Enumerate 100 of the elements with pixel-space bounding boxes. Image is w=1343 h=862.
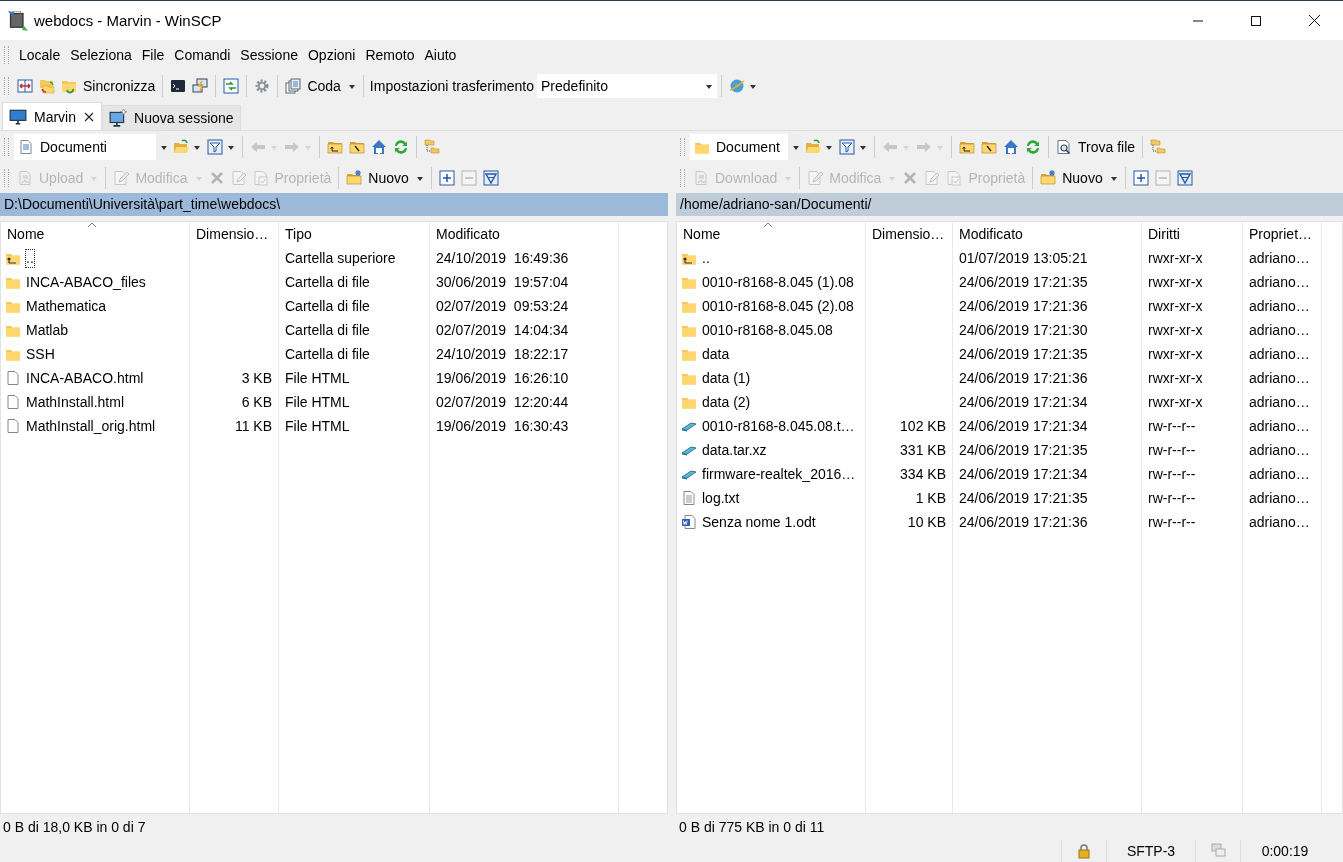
file-name[interactable]: data (1) <box>701 368 752 388</box>
column-header[interactable]: Dimensio… <box>866 222 952 246</box>
table-cell-text: rw-r--r-- <box>1147 417 1197 436</box>
protocol-status: SFTP-3 <box>1106 840 1195 862</box>
open-folder-icon <box>805 138 821 155</box>
column-header[interactable]: Nome <box>677 222 865 246</box>
column-header[interactable]: Dimensio… <box>190 222 278 246</box>
file-name[interactable]: .. <box>25 248 35 268</box>
menu-item[interactable]: File <box>136 47 170 63</box>
file-name[interactable]: Mathematica <box>25 296 108 316</box>
column-header[interactable]: Tipo <box>279 222 429 246</box>
file-name[interactable]: data (2) <box>701 392 752 412</box>
file-name[interactable]: Matlab <box>25 320 70 340</box>
document-icon <box>17 169 33 186</box>
table-cell-text: 02/07/2019 12:20:44 <box>435 393 570 412</box>
table-cell-text: Cartella superiore <box>284 249 397 268</box>
file-name[interactable]: SSH <box>25 344 56 364</box>
table-cell-text: adriano… <box>1248 369 1311 388</box>
file-name[interactable]: 0010-r8168-8.045.08 <box>701 320 834 340</box>
settings-icon[interactable] <box>254 78 271 94</box>
path-bar: D:\Documenti\Università\part_time\webdocs\ <box>0 193 668 216</box>
queue-button[interactable]: Coda <box>282 74 359 98</box>
folder-tree-icon[interactable] <box>1150 138 1167 155</box>
table-cell-text: 3 KB <box>240 369 273 388</box>
location-dropdown[interactable]: Document <box>690 133 802 160</box>
terminal-icon[interactable] <box>170 78 187 94</box>
elapsed-time: 0:00:19 <box>1240 840 1329 862</box>
table-cell-text: Cartella di file <box>284 345 371 364</box>
menu-item[interactable]: Locale <box>14 47 66 63</box>
open-folder-icon <box>173 138 189 155</box>
folder-tree-icon[interactable] <box>424 138 440 155</box>
file-name[interactable]: MathInstall.html <box>25 392 126 412</box>
table-cell-text: 24/06/2019 17:21:34 <box>958 393 1089 412</box>
menu-item[interactable]: Sessione <box>235 47 303 63</box>
find-files-button[interactable]: Trova file <box>1053 134 1139 159</box>
table-cell-text: Cartella di file <box>284 297 371 316</box>
column-header[interactable]: Propriet… <box>1243 222 1321 246</box>
session-tab[interactable]: Marvin <box>2 102 102 130</box>
caret-icon <box>347 82 356 90</box>
table-cell-text: adriano… <box>1248 273 1311 292</box>
column-header[interactable]: Diritti <box>1142 222 1242 246</box>
new-button[interactable]: Nuovo <box>343 165 427 190</box>
filter-all-icon[interactable] <box>482 169 499 186</box>
file-name[interactable]: Senza nome 1.odt <box>701 512 817 532</box>
menu-item[interactable]: Opzioni <box>302 47 361 63</box>
column-header[interactable]: Modificato <box>953 222 1141 246</box>
menu-item[interactable]: Seleziona <box>65 47 137 63</box>
transfer-preset-dropdown[interactable]: Predefinito <box>537 74 718 98</box>
location-dropdown[interactable]: Documenti <box>14 133 170 160</box>
table-cell-text: 1 KB <box>914 489 947 508</box>
new-button[interactable]: Nuovo <box>1037 165 1121 190</box>
table-cell-text: adriano… <box>1248 393 1311 412</box>
file-name[interactable]: data.tar.xz <box>701 440 768 460</box>
table-cell-text: rwxr-xr-x <box>1147 345 1204 364</box>
sync-button[interactable]: Sincronizza <box>58 74 159 98</box>
table-cell-text: 334 KB <box>899 465 947 484</box>
menu-item[interactable]: Remoto <box>360 47 420 63</box>
close-icon <box>1308 15 1320 26</box>
home-icon[interactable] <box>371 138 387 155</box>
file-name[interactable]: 0010-r8168-8.045 (1).08 <box>701 272 855 292</box>
expand-icon[interactable] <box>438 169 455 186</box>
file-name[interactable]: firmware-realtek_2016… <box>701 464 857 484</box>
filter-all-icon[interactable] <box>1176 169 1193 186</box>
caret-icon <box>749 82 758 90</box>
refresh-icon[interactable] <box>1025 138 1041 155</box>
properties-icon <box>946 169 963 186</box>
menu-item[interactable]: Aiuto <box>419 47 462 63</box>
window-title: webdocs - Marvin - WinSCP <box>34 12 222 29</box>
session-tab[interactable]: Nuova sessione <box>102 105 241 130</box>
lightning-window-icon[interactable] <box>192 78 209 94</box>
file-name[interactable]: 0010-r8168-8.045.08.t… <box>701 416 856 436</box>
file-name[interactable]: MathInstall_orig.html <box>25 416 157 436</box>
table-cell-text: rwxr-xr-x <box>1147 273 1204 292</box>
file-name[interactable]: INCA-ABACO_files <box>25 272 147 292</box>
column-header[interactable]: Modificato <box>430 222 618 246</box>
file-name[interactable]: data <box>701 344 731 364</box>
properties-icon <box>252 169 269 186</box>
file-name[interactable]: .. <box>701 248 711 268</box>
refresh-icon[interactable] <box>393 138 409 155</box>
column-header[interactable]: Nome <box>1 222 189 246</box>
file-name[interactable]: INCA-ABACO.html <box>25 368 145 388</box>
table-cell-text: 24/06/2019 17:21:34 <box>958 465 1089 484</box>
table-cell-text: adriano… <box>1248 345 1311 364</box>
table-cell-text: File HTML <box>284 393 351 412</box>
expand-icon[interactable] <box>1132 169 1149 186</box>
table-cell-text: 19/06/2019 16:26:10 <box>435 369 570 388</box>
table-cell-text: 24/06/2019 17:21:36 <box>958 513 1089 532</box>
table-cell-text: rw-r--r-- <box>1147 513 1197 532</box>
table-cell-text: 30/06/2019 19:57:04 <box>435 273 570 292</box>
table-cell-text: rwxr-xr-x <box>1147 369 1204 388</box>
table-cell-text: 24/06/2019 17:21:35 <box>958 489 1089 508</box>
table-cell-text: 10 KB <box>906 513 947 532</box>
sync-folders-icon[interactable] <box>39 78 55 94</box>
home-icon[interactable] <box>1003 138 1019 155</box>
compare-icon[interactable] <box>17 78 33 94</box>
table-cell-text: 24/06/2019 17:21:36 <box>958 297 1089 316</box>
menu-item[interactable]: Comandi <box>169 47 236 63</box>
file-name[interactable]: 0010-r8168-8.045 (2).08 <box>701 296 855 316</box>
arrows-window-icon[interactable] <box>223 78 240 94</box>
file-name[interactable]: log.txt <box>701 488 741 508</box>
